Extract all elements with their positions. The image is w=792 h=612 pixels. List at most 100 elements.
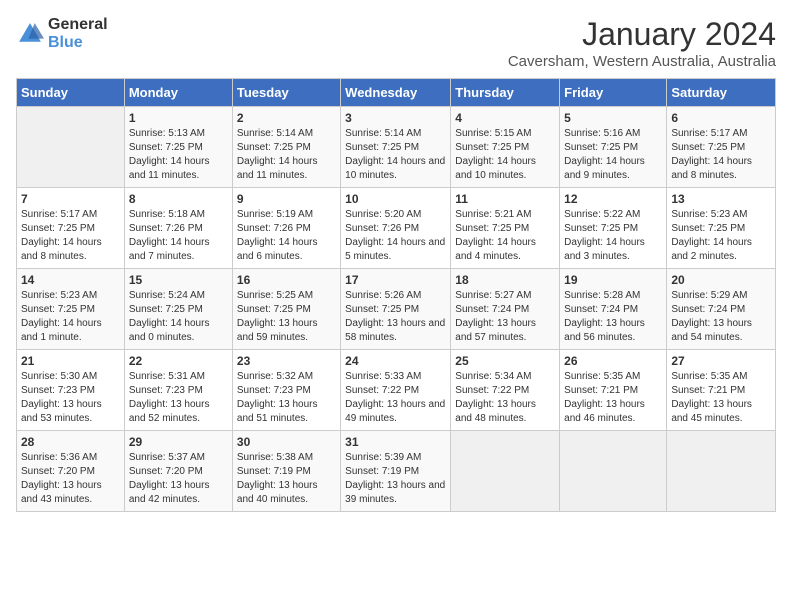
day-number: 19 xyxy=(564,273,662,287)
sunrise-text: Sunrise: 5:21 AM xyxy=(455,209,531,220)
day-cell: 7 Sunrise: 5:17 AM Sunset: 7:25 PM Dayli… xyxy=(17,188,125,269)
sunrise-text: Sunrise: 5:33 AM xyxy=(345,371,421,382)
day-info: Sunrise: 5:39 AM Sunset: 7:19 PM Dayligh… xyxy=(345,451,446,507)
day-cell xyxy=(667,431,776,512)
daylight-text: Daylight: 14 hours and 6 minutes. xyxy=(237,237,318,262)
day-cell xyxy=(451,431,560,512)
day-number: 21 xyxy=(21,354,120,368)
daylight-text: Daylight: 14 hours and 1 minute. xyxy=(21,318,102,343)
day-cell: 24 Sunrise: 5:33 AM Sunset: 7:22 PM Dayl… xyxy=(341,350,451,431)
sunrise-text: Sunrise: 5:25 AM xyxy=(237,290,313,301)
day-cell: 22 Sunrise: 5:31 AM Sunset: 7:23 PM Dayl… xyxy=(124,350,232,431)
daylight-text: Daylight: 14 hours and 5 minutes. xyxy=(345,237,445,262)
day-info: Sunrise: 5:21 AM Sunset: 7:25 PM Dayligh… xyxy=(455,208,555,264)
sunrise-text: Sunrise: 5:13 AM xyxy=(129,128,205,139)
day-cell: 3 Sunrise: 5:14 AM Sunset: 7:25 PM Dayli… xyxy=(341,107,451,188)
calendar-table: SundayMondayTuesdayWednesdayThursdayFrid… xyxy=(16,78,776,512)
sunset-text: Sunset: 7:25 PM xyxy=(564,223,638,234)
day-info: Sunrise: 5:29 AM Sunset: 7:24 PM Dayligh… xyxy=(671,289,771,345)
day-info: Sunrise: 5:26 AM Sunset: 7:25 PM Dayligh… xyxy=(345,289,446,345)
sunrise-text: Sunrise: 5:17 AM xyxy=(671,128,747,139)
day-number: 2 xyxy=(237,111,336,125)
header-cell-tuesday: Tuesday xyxy=(232,79,340,107)
sunset-text: Sunset: 7:25 PM xyxy=(671,142,745,153)
sunset-text: Sunset: 7:19 PM xyxy=(345,466,419,477)
calendar-subtitle: Caversham, Western Australia, Australia xyxy=(508,53,776,70)
sunrise-text: Sunrise: 5:27 AM xyxy=(455,290,531,301)
day-info: Sunrise: 5:38 AM Sunset: 7:19 PM Dayligh… xyxy=(237,451,336,507)
sunrise-text: Sunrise: 5:37 AM xyxy=(129,452,205,463)
sunset-text: Sunset: 7:25 PM xyxy=(129,304,203,315)
sunrise-text: Sunrise: 5:19 AM xyxy=(237,209,313,220)
day-number: 12 xyxy=(564,192,662,206)
day-cell: 20 Sunrise: 5:29 AM Sunset: 7:24 PM Dayl… xyxy=(667,269,776,350)
sunset-text: Sunset: 7:25 PM xyxy=(345,142,419,153)
day-cell xyxy=(17,107,125,188)
daylight-text: Daylight: 13 hours and 52 minutes. xyxy=(129,399,210,424)
day-number: 8 xyxy=(129,192,228,206)
daylight-text: Daylight: 13 hours and 45 minutes. xyxy=(671,399,752,424)
day-cell: 29 Sunrise: 5:37 AM Sunset: 7:20 PM Dayl… xyxy=(124,431,232,512)
daylight-text: Daylight: 13 hours and 48 minutes. xyxy=(455,399,536,424)
day-info: Sunrise: 5:28 AM Sunset: 7:24 PM Dayligh… xyxy=(564,289,662,345)
sunrise-text: Sunrise: 5:18 AM xyxy=(129,209,205,220)
sunset-text: Sunset: 7:20 PM xyxy=(21,466,95,477)
sunset-text: Sunset: 7:26 PM xyxy=(345,223,419,234)
daylight-text: Daylight: 13 hours and 56 minutes. xyxy=(564,318,645,343)
daylight-text: Daylight: 14 hours and 2 minutes. xyxy=(671,237,752,262)
daylight-text: Daylight: 13 hours and 57 minutes. xyxy=(455,318,536,343)
sunrise-text: Sunrise: 5:24 AM xyxy=(129,290,205,301)
day-cell: 31 Sunrise: 5:39 AM Sunset: 7:19 PM Dayl… xyxy=(341,431,451,512)
day-number: 20 xyxy=(671,273,771,287)
daylight-text: Daylight: 14 hours and 0 minutes. xyxy=(129,318,210,343)
daylight-text: Daylight: 14 hours and 9 minutes. xyxy=(564,156,645,181)
sunset-text: Sunset: 7:25 PM xyxy=(21,304,95,315)
daylight-text: Daylight: 13 hours and 59 minutes. xyxy=(237,318,318,343)
sunrise-text: Sunrise: 5:35 AM xyxy=(671,371,747,382)
sunrise-text: Sunrise: 5:14 AM xyxy=(237,128,313,139)
header-row: SundayMondayTuesdayWednesdayThursdayFrid… xyxy=(17,79,776,107)
sunset-text: Sunset: 7:26 PM xyxy=(237,223,311,234)
day-cell: 9 Sunrise: 5:19 AM Sunset: 7:26 PM Dayli… xyxy=(232,188,340,269)
day-number: 17 xyxy=(345,273,446,287)
day-number: 13 xyxy=(671,192,771,206)
daylight-text: Daylight: 14 hours and 7 minutes. xyxy=(129,237,210,262)
day-cell: 19 Sunrise: 5:28 AM Sunset: 7:24 PM Dayl… xyxy=(560,269,667,350)
day-cell: 1 Sunrise: 5:13 AM Sunset: 7:25 PM Dayli… xyxy=(124,107,232,188)
day-cell: 16 Sunrise: 5:25 AM Sunset: 7:25 PM Dayl… xyxy=(232,269,340,350)
day-number: 24 xyxy=(345,354,446,368)
day-info: Sunrise: 5:13 AM Sunset: 7:25 PM Dayligh… xyxy=(129,127,228,183)
day-info: Sunrise: 5:14 AM Sunset: 7:25 PM Dayligh… xyxy=(237,127,336,183)
daylight-text: Daylight: 14 hours and 8 minutes. xyxy=(21,237,102,262)
day-info: Sunrise: 5:37 AM Sunset: 7:20 PM Dayligh… xyxy=(129,451,228,507)
week-row-3: 14 Sunrise: 5:23 AM Sunset: 7:25 PM Dayl… xyxy=(17,269,776,350)
day-info: Sunrise: 5:14 AM Sunset: 7:25 PM Dayligh… xyxy=(345,127,446,183)
day-cell: 26 Sunrise: 5:35 AM Sunset: 7:21 PM Dayl… xyxy=(560,350,667,431)
day-cell: 25 Sunrise: 5:34 AM Sunset: 7:22 PM Dayl… xyxy=(451,350,560,431)
day-info: Sunrise: 5:17 AM Sunset: 7:25 PM Dayligh… xyxy=(671,127,771,183)
header-cell-friday: Friday xyxy=(560,79,667,107)
sunrise-text: Sunrise: 5:15 AM xyxy=(455,128,531,139)
sunrise-text: Sunrise: 5:34 AM xyxy=(455,371,531,382)
daylight-text: Daylight: 14 hours and 11 minutes. xyxy=(129,156,210,181)
header-cell-monday: Monday xyxy=(124,79,232,107)
daylight-text: Daylight: 14 hours and 8 minutes. xyxy=(671,156,752,181)
day-cell: 10 Sunrise: 5:20 AM Sunset: 7:26 PM Dayl… xyxy=(341,188,451,269)
header-cell-sunday: Sunday xyxy=(17,79,125,107)
day-info: Sunrise: 5:31 AM Sunset: 7:23 PM Dayligh… xyxy=(129,370,228,426)
sunset-text: Sunset: 7:25 PM xyxy=(237,142,311,153)
day-number: 18 xyxy=(455,273,555,287)
page-header: General Blue January 2024 Caversham, Wes… xyxy=(16,16,776,70)
day-number: 7 xyxy=(21,192,120,206)
sunset-text: Sunset: 7:22 PM xyxy=(345,385,419,396)
day-cell: 27 Sunrise: 5:35 AM Sunset: 7:21 PM Dayl… xyxy=(667,350,776,431)
day-info: Sunrise: 5:15 AM Sunset: 7:25 PM Dayligh… xyxy=(455,127,555,183)
daylight-text: Daylight: 14 hours and 11 minutes. xyxy=(237,156,318,181)
header-cell-saturday: Saturday xyxy=(667,79,776,107)
sunset-text: Sunset: 7:21 PM xyxy=(564,385,638,396)
day-number: 10 xyxy=(345,192,446,206)
week-row-5: 28 Sunrise: 5:36 AM Sunset: 7:20 PM Dayl… xyxy=(17,431,776,512)
sunrise-text: Sunrise: 5:17 AM xyxy=(21,209,97,220)
daylight-text: Daylight: 13 hours and 53 minutes. xyxy=(21,399,102,424)
sunset-text: Sunset: 7:24 PM xyxy=(564,304,638,315)
